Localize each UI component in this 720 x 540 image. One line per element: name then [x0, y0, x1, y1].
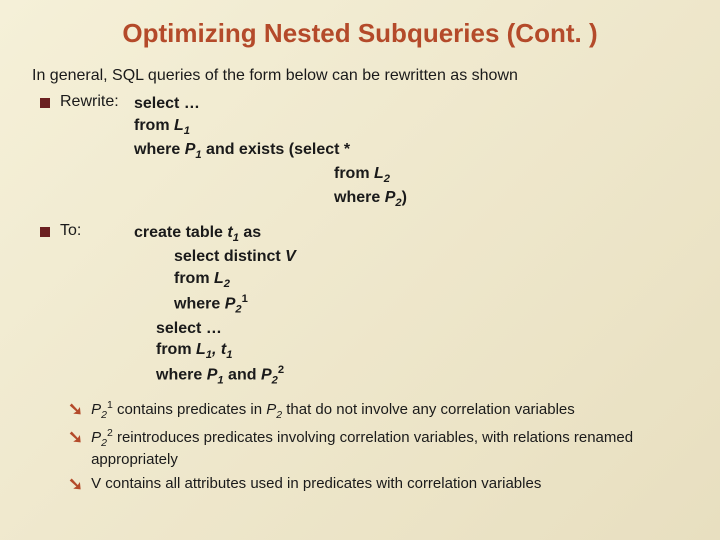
to-block: To: create table t1 as select distinct V… — [40, 222, 688, 389]
intro-text: In general, SQL queries of the form belo… — [32, 67, 688, 85]
to-label: To: — [60, 222, 134, 240]
code-line: where P1 and exists (select * — [134, 141, 350, 158]
note-item: ➘ P21 contains predicates in P2 that do … — [68, 399, 688, 423]
code-line: select … — [134, 95, 200, 112]
rewrite-block: Rewrite: select … from L1 where P1 and e… — [40, 93, 688, 212]
code-line: from L1, t1 — [134, 339, 296, 363]
note-item: ➘ P22 reintroduces predicates involving … — [68, 427, 688, 470]
code-line: select … — [134, 318, 296, 340]
bullet-icon — [40, 98, 50, 108]
bullet-icon — [40, 227, 50, 237]
note-text: P22 reintroduces predicates involving co… — [91, 427, 688, 470]
code-line: from L2 — [134, 268, 296, 292]
code-line: select distinct V — [134, 246, 296, 268]
note-text: P21 contains predicates in P2 that do no… — [91, 399, 575, 423]
slide: Optimizing Nested Subqueries (Cont. ) In… — [0, 0, 720, 540]
code-line: create table t1 as — [134, 224, 261, 241]
arrow-down-icon: ➘ — [68, 400, 83, 418]
note-text: V contains all attributes used in predic… — [91, 474, 541, 494]
rewrite-code: select … from L1 where P1 and exists (se… — [134, 93, 407, 212]
rewrite-label: Rewrite: — [60, 93, 134, 111]
notes-list: ➘ P21 contains predicates in P2 that do … — [68, 399, 688, 493]
code-line: where P2) — [134, 187, 407, 211]
arrow-down-icon: ➘ — [68, 428, 83, 446]
to-code: create table t1 as select distinct V fro… — [134, 222, 296, 389]
code-line: where P1 and P22 — [134, 363, 296, 389]
arrow-down-icon: ➘ — [68, 475, 83, 493]
note-item: ➘ V contains all attributes used in pred… — [68, 474, 688, 494]
code-line: where P21 — [134, 292, 296, 318]
slide-title: Optimizing Nested Subqueries (Cont. ) — [32, 18, 688, 49]
code-line: from L1 — [134, 117, 190, 134]
code-line: from L2 — [134, 163, 407, 187]
